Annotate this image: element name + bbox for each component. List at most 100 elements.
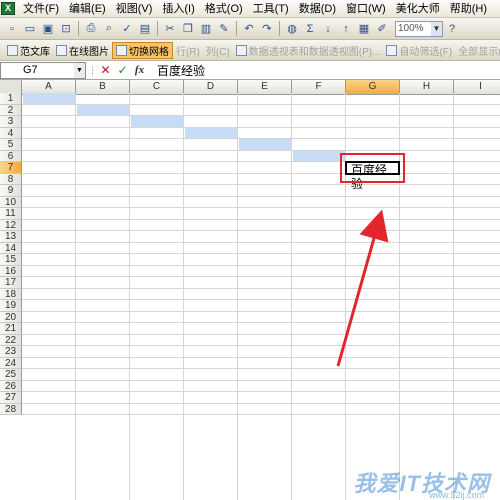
image-icon bbox=[56, 44, 67, 56]
online-images-button[interactable]: 在线图片 bbox=[53, 42, 112, 59]
row-header-20[interactable]: 20 bbox=[0, 312, 22, 323]
chevron-down-icon[interactable]: ▼ bbox=[431, 21, 442, 36]
row-header-19[interactable]: 19 bbox=[0, 300, 22, 312]
menu-edit[interactable]: 编辑(E) bbox=[64, 0, 111, 18]
gridline-horizontal bbox=[22, 115, 500, 116]
row-header-8[interactable]: 8 bbox=[0, 174, 22, 185]
row-header-27[interactable]: 27 bbox=[0, 392, 22, 404]
menu-tools[interactable]: 工具(T) bbox=[248, 0, 294, 18]
standard-toolbar: ▫ ▭ ▣ ⊡ ⎙ ⌕ ✓ ▤ ✂ ❐ ▥ ✎ ↶ ↷ ◍ Σ ↓ ↑ ▦ ✐ … bbox=[0, 18, 500, 40]
row-header-28[interactable]: 28 bbox=[0, 404, 22, 415]
new-icon[interactable]: ▫ bbox=[4, 21, 20, 37]
gridline-horizontal bbox=[22, 219, 500, 220]
highlighted-cell-f6[interactable] bbox=[293, 151, 345, 161]
row-header-21[interactable]: 21 bbox=[0, 323, 22, 335]
formula-input[interactable]: 百度经验 bbox=[157, 62, 205, 79]
row-header-13[interactable]: 13 bbox=[0, 231, 22, 243]
row-header-18[interactable]: 18 bbox=[0, 289, 22, 300]
autosum-icon[interactable]: Σ bbox=[302, 21, 318, 37]
research-icon[interactable]: ▤ bbox=[137, 21, 153, 37]
row-header-24[interactable]: 24 bbox=[0, 358, 22, 369]
menu-format[interactable]: 格式(O) bbox=[200, 0, 248, 18]
row-header-11[interactable]: 11 bbox=[0, 208, 22, 220]
menu-help[interactable]: 帮助(H) bbox=[445, 0, 492, 18]
chevron-down-icon[interactable]: ▼ bbox=[74, 62, 85, 78]
worksheet-grid[interactable]: 1 2 3 4 5 6 7 8 9 10 11 12 13 14 15 16 17 18 19 20 21 22 23 24 2… bbox=[0, 93, 500, 500]
toggle-grid-button[interactable]: 切换网格 bbox=[112, 41, 173, 59]
highlighted-cell-a1[interactable] bbox=[23, 93, 75, 104]
copy-icon[interactable]: ❐ bbox=[180, 21, 196, 37]
gridline-horizontal bbox=[22, 150, 500, 151]
gridline-vertical bbox=[237, 93, 238, 500]
show-all-button[interactable]: 全部显示(S) bbox=[455, 42, 500, 59]
row-header-14[interactable]: 14 bbox=[0, 243, 22, 254]
print-icon[interactable]: ⎙ bbox=[83, 21, 99, 37]
enter-icon[interactable]: ✓ bbox=[115, 63, 130, 77]
highlighted-cell-c3[interactable] bbox=[131, 116, 183, 127]
template-library-label: 范文库 bbox=[20, 46, 50, 58]
template-library-button[interactable]: 范文库 bbox=[4, 42, 53, 59]
row-header-2[interactable]: 2 bbox=[0, 105, 22, 116]
autofilter-button[interactable]: 自动筛选(F) bbox=[383, 42, 455, 59]
row-header-22[interactable]: 22 bbox=[0, 335, 22, 346]
insert-column-label: 列(C) bbox=[205, 46, 230, 58]
highlighted-cell-e5[interactable] bbox=[239, 139, 291, 150]
cancel-icon[interactable]: ✕ bbox=[98, 63, 113, 77]
save-icon[interactable]: ▣ bbox=[40, 21, 56, 37]
drawing-icon[interactable]: ✐ bbox=[374, 21, 390, 37]
row-header-15[interactable]: 15 bbox=[0, 254, 22, 266]
excel-app-icon[interactable]: X bbox=[1, 2, 15, 15]
row-header-6[interactable]: 6 bbox=[0, 151, 22, 162]
hyperlink-icon[interactable]: ◍ bbox=[284, 21, 300, 37]
callout-highlight-box bbox=[340, 153, 405, 183]
row-header-3[interactable]: 3 bbox=[0, 116, 22, 128]
menu-insert[interactable]: 插入(I) bbox=[157, 0, 199, 18]
row-header-4[interactable]: 4 bbox=[0, 128, 22, 139]
menu-file[interactable]: 文件(F) bbox=[18, 0, 64, 18]
help-icon[interactable]: ? bbox=[444, 21, 460, 37]
gridline-vertical bbox=[453, 93, 454, 500]
gridline-horizontal bbox=[22, 242, 500, 243]
zoom-select[interactable]: 100% ▼ bbox=[395, 20, 443, 37]
row-header-23[interactable]: 23 bbox=[0, 346, 22, 358]
gridline-horizontal bbox=[22, 345, 500, 346]
toolbar-separator bbox=[236, 21, 237, 36]
row-header-7[interactable]: 7 bbox=[0, 162, 22, 174]
gridline-vertical bbox=[129, 93, 130, 500]
name-box[interactable]: G7 ▼ bbox=[0, 61, 86, 79]
undo-icon[interactable]: ↶ bbox=[241, 21, 257, 37]
gridline-horizontal bbox=[22, 403, 500, 404]
menu-beautify[interactable]: 美化大师 bbox=[391, 0, 445, 18]
pivot-table-label: 数据透视表和数据透视图(P)... bbox=[248, 46, 381, 58]
row-header-10[interactable]: 10 bbox=[0, 197, 22, 208]
pivot-table-button[interactable]: 数据透视表和数据透视图(P)... bbox=[233, 42, 384, 59]
print-preview-icon[interactable]: ⌕ bbox=[101, 21, 117, 37]
permission-icon[interactable]: ⊡ bbox=[58, 21, 74, 37]
highlighted-cell-d4[interactable] bbox=[185, 128, 237, 138]
insert-function-icon[interactable]: fx bbox=[132, 64, 147, 76]
row-header-1[interactable]: 1 bbox=[0, 93, 22, 105]
redo-icon[interactable]: ↷ bbox=[259, 21, 275, 37]
gridline-horizontal bbox=[22, 334, 500, 335]
insert-column-button[interactable]: 列(C) bbox=[203, 42, 233, 59]
row-header-16[interactable]: 16 bbox=[0, 266, 22, 277]
insert-row-button[interactable]: 行(R) bbox=[173, 42, 203, 59]
highlighted-cell-b2[interactable] bbox=[77, 105, 129, 115]
menu-window[interactable]: 窗口(W) bbox=[341, 0, 391, 18]
row-header-26[interactable]: 26 bbox=[0, 381, 22, 392]
sort-asc-icon[interactable]: ↓ bbox=[320, 21, 336, 37]
row-header-12[interactable]: 12 bbox=[0, 220, 22, 231]
paste-icon[interactable]: ▥ bbox=[198, 21, 214, 37]
row-header-17[interactable]: 17 bbox=[0, 277, 22, 289]
cut-icon[interactable]: ✂ bbox=[162, 21, 178, 37]
row-header-5[interactable]: 5 bbox=[0, 139, 22, 151]
sort-desc-icon[interactable]: ↑ bbox=[338, 21, 354, 37]
menu-data[interactable]: 数据(D) bbox=[294, 0, 341, 18]
menu-view[interactable]: 视图(V) bbox=[111, 0, 158, 18]
format-painter-icon[interactable]: ✎ bbox=[216, 21, 232, 37]
row-header-9[interactable]: 9 bbox=[0, 185, 22, 197]
chart-icon[interactable]: ▦ bbox=[356, 21, 372, 37]
row-header-25[interactable]: 25 bbox=[0, 369, 22, 381]
open-icon[interactable]: ▭ bbox=[22, 21, 38, 37]
spelling-icon[interactable]: ✓ bbox=[119, 21, 135, 37]
